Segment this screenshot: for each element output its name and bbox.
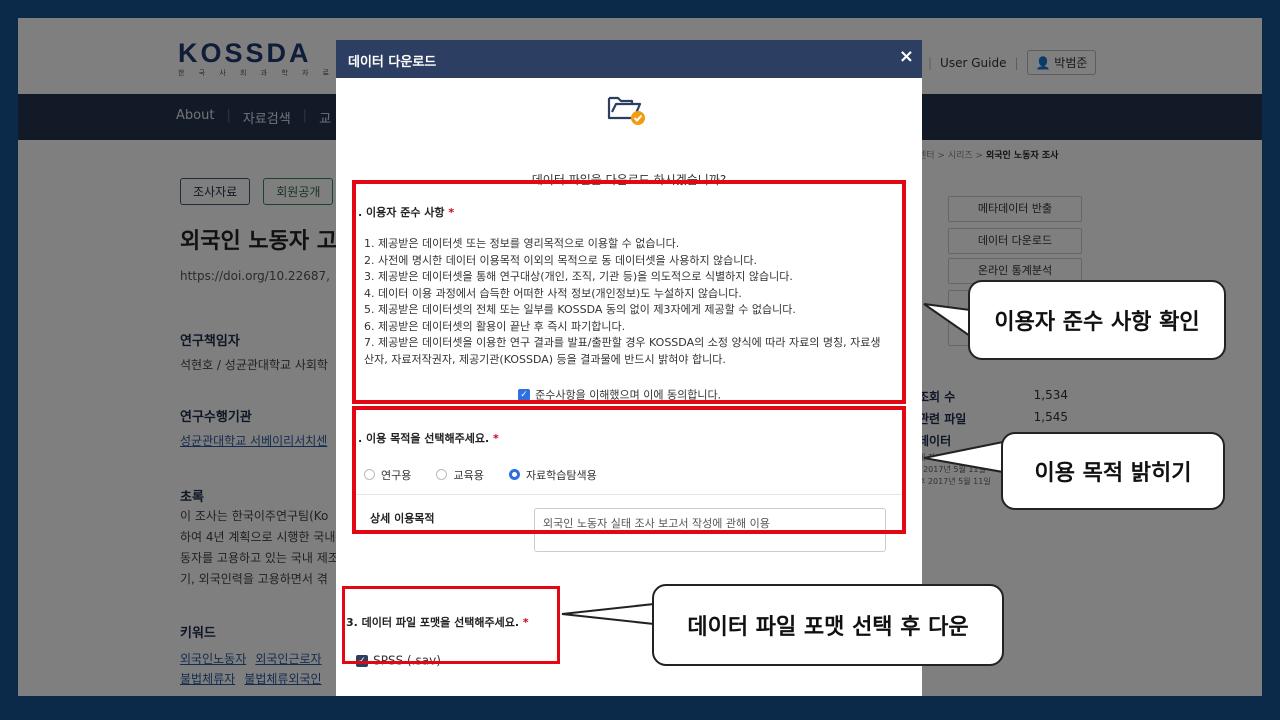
callout-format: 데이터 파일 포맷 선택 후 다운 [652, 584, 1004, 666]
callout-purpose: 이용 목적 밝히기 [1001, 432, 1225, 510]
browser-viewport: KOSSDA 한 국 사 회 과 학 자 료 원 | User Guide | … [18, 18, 1262, 696]
callout-obligations: 이용자 준수 사항 확인 [968, 280, 1226, 360]
